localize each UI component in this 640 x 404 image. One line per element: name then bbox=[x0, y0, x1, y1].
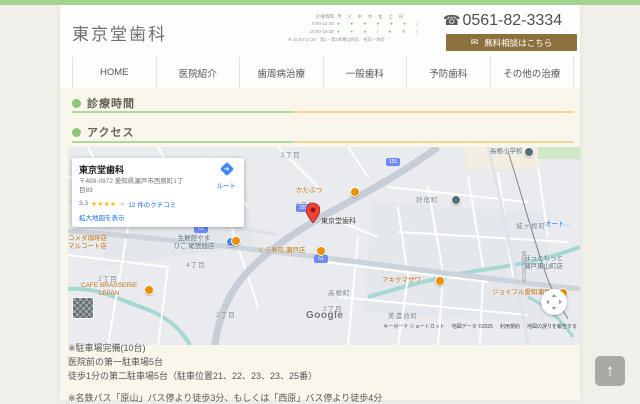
mail-icon: ✉ bbox=[471, 38, 479, 47]
enlarge-map-link[interactable]: 拡大地図を表示 bbox=[79, 212, 237, 222]
report-error-link[interactable]: 地図の誤りを報告する bbox=[527, 323, 577, 330]
restaurant-poi-icon[interactable] bbox=[316, 246, 326, 256]
hours-row-morning: 9:00-12:30 ● ● ● ● ● ● / bbox=[288, 20, 438, 27]
map-poi-label[interactable]: アキクマザワ bbox=[382, 277, 421, 285]
phone-number[interactable]: ☎0561-82-3334 bbox=[443, 12, 578, 30]
parking-note-3: 徒歩1分の第二駐車場5台（駐車位置21、22、23、23、25番） bbox=[68, 369, 317, 382]
main-nav: HOME 医院紹介 歯周病治療 一般歯科 予防歯科 その他の治療 bbox=[72, 57, 574, 88]
map-pin-icon[interactable] bbox=[306, 203, 320, 228]
keyboard-shortcuts-link[interactable]: キーボード ショートカット bbox=[383, 323, 444, 330]
hours-row2-time: 15:00-18:30 bbox=[288, 28, 337, 35]
section-access-underline bbox=[72, 141, 574, 143]
school-poi-icon[interactable] bbox=[524, 147, 534, 157]
phone-icon: ☎ bbox=[443, 12, 460, 28]
hours-note: ※ 15:00-17:30 第2・第3木曜は休診 祝日・休診 bbox=[288, 37, 438, 43]
section-access-heading: アクセス bbox=[72, 124, 134, 140]
map-area-label: 4丁目 bbox=[186, 259, 206, 269]
map-area-label: 狩宿町 bbox=[416, 194, 439, 204]
hours-title: 診療時間 bbox=[288, 13, 337, 20]
map-area-label: 美濃池町 bbox=[388, 310, 418, 320]
map-poi-label[interactable]: CAFE BRASSERIELEPAN bbox=[76, 282, 142, 298]
parking-note-2: 医院前の第一駐車場5台 bbox=[68, 355, 163, 368]
map-area-label: 城ヶ根町 bbox=[516, 220, 546, 230]
transit-poi-icon[interactable] bbox=[451, 195, 461, 205]
consult-button-label: 無料相談はこちら bbox=[484, 37, 552, 49]
hours-row-afternoon: 15:00-18:30 ● ● ● / ● ※ / bbox=[288, 28, 438, 35]
map-area-label: 2丁目 bbox=[216, 309, 236, 319]
star-rating-icon: ★★★★ bbox=[91, 200, 116, 208]
google-map-embed[interactable]: 2丁目 1丁目 狩宿町 4丁目 2丁目 2丁目 高根町 2丁目 城ヶ根町 美濃池… bbox=[68, 147, 580, 345]
route-shield: 61 bbox=[314, 255, 328, 263]
cafe-poi-icon[interactable] bbox=[144, 285, 154, 295]
section-hours-title: 診療時間 bbox=[87, 95, 135, 111]
map-info-card: 東京堂歯科 ➜ 〒489-0972 愛知県瀬戸市西原町1丁 目83 ルート 3.… bbox=[72, 158, 244, 227]
hours-days: 月 火 水 木 金 土 日 bbox=[337, 13, 438, 20]
map-area-label: 2丁目 bbox=[281, 149, 301, 159]
map-poi-label[interactable]: くら寿司 瀬戸店 bbox=[258, 247, 305, 255]
map-road-name-label: 愛知県道61号 bbox=[519, 251, 527, 285]
reviews-link[interactable]: 12 件のクチコミ bbox=[128, 199, 176, 209]
section-hours-underline bbox=[72, 111, 574, 113]
route-shield: 155 bbox=[386, 158, 400, 166]
route-link[interactable]: ルート bbox=[217, 180, 237, 190]
section-hours-heading: 診療時間 bbox=[72, 95, 135, 111]
star-empty-icon: ★ bbox=[119, 200, 125, 208]
restaurant-poi-icon[interactable] bbox=[231, 236, 241, 246]
nav-item-preventive[interactable]: 予防歯科 bbox=[406, 57, 490, 88]
nav-item-home[interactable]: HOME bbox=[72, 57, 156, 88]
map-pan-control[interactable] bbox=[541, 289, 567, 315]
hours-row2-marks: ● ● ● / ● ※ / bbox=[337, 28, 438, 35]
parking-note-1: ※駐車場完備(10台) bbox=[68, 341, 146, 354]
page: 東京堂歯科 診療時間 月 火 水 木 金 土 日 9:00-12:30 ● ● … bbox=[0, 0, 640, 400]
nav-item-clinic-intro[interactable]: 医院紹介 bbox=[156, 57, 240, 88]
map-attribution: キーボード ショートカット 地図データ ©2025 利用規約 地図の誤りを報告す… bbox=[383, 323, 577, 330]
map-card-address: 〒489-0972 愛知県瀬戸市西原町1丁 目83 bbox=[79, 178, 209, 196]
map-data-label: 地図データ ©2025 bbox=[452, 323, 493, 330]
site-logo-text[interactable]: 東京堂歯科 bbox=[72, 20, 167, 45]
rating-value: 3.3 bbox=[79, 200, 88, 207]
top-accent-bar bbox=[0, 0, 640, 5]
nav-item-other[interactable]: その他の治療 bbox=[490, 57, 575, 88]
map-poi-label[interactable]: オート… bbox=[545, 221, 571, 229]
restaurant-poi-icon[interactable] bbox=[435, 276, 445, 286]
section-access-title: アクセス bbox=[87, 124, 134, 140]
map-card-title: 東京堂歯科 bbox=[79, 163, 237, 176]
free-consultation-button[interactable]: ✉ 無料相談はこちら bbox=[446, 34, 577, 51]
back-to-top-button[interactable]: ↑ bbox=[595, 356, 625, 386]
hours-row1-marks: ● ● ● ● ● ● / bbox=[337, 20, 438, 27]
restaurant-poi-icon[interactable] bbox=[350, 187, 360, 197]
hours-row1-time: 9:00-12:30 bbox=[288, 20, 337, 27]
map-card-rating: 3.3 ★★★★★ 12 件のクチコミ bbox=[79, 199, 237, 209]
map-poi-label[interactable]: かたぶつ bbox=[296, 187, 322, 195]
hours-header-row: 診療時間 月 火 水 木 金 土 日 bbox=[288, 13, 438, 20]
google-logo[interactable]: Google bbox=[306, 310, 343, 321]
green-dot-icon bbox=[72, 128, 81, 137]
map-poi-label[interactable]: 長根小学校 bbox=[490, 148, 523, 156]
green-dot-icon bbox=[72, 99, 81, 108]
map-pin-label: 東京堂歯科 bbox=[321, 218, 356, 226]
pan-arrows-icon bbox=[545, 293, 563, 311]
map-area-label: 高根町 bbox=[328, 287, 351, 297]
nav-item-general[interactable]: 一般歯科 bbox=[323, 57, 407, 88]
bus-access-note: ※名鉄バス「原山」バス停より徒歩3分、もしくは「西原」バス停より徒歩4分 bbox=[68, 391, 382, 404]
streetview-thumbnail[interactable] bbox=[72, 297, 94, 319]
terms-link[interactable]: 利用規約 bbox=[500, 323, 520, 330]
nav-item-perio[interactable]: 歯周病治療 bbox=[239, 57, 323, 88]
map-poi-label[interactable]: ほっともっと瀬戸東山町店 bbox=[524, 255, 563, 271]
hours-mini-table: 診療時間 月 火 水 木 金 土 日 9:00-12:30 ● ● ● ● ● … bbox=[288, 13, 438, 43]
phone-number-text: 0561-82-3334 bbox=[462, 12, 562, 29]
up-arrow-icon: ↑ bbox=[606, 361, 615, 381]
map-poi-label[interactable]: 生鮮館やまひこ 尾張旭店 bbox=[163, 235, 225, 251]
map-poi-label[interactable]: コメダ珈琲店マルコート店 bbox=[68, 235, 107, 251]
